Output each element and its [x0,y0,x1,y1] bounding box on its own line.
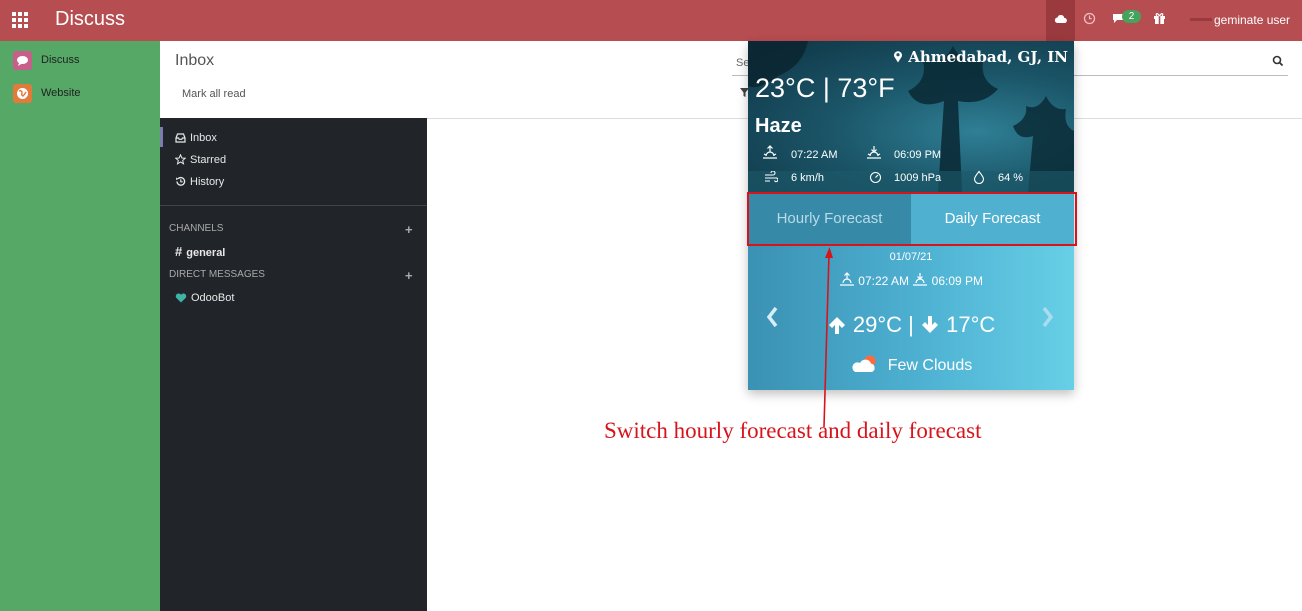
heart-icon [175,293,187,303]
mark-all-read-button[interactable]: Mark all read [182,88,246,100]
current-temperature: 23°C | 73°F [755,73,895,103]
inbox-icon [175,133,186,143]
forecast-description-text: Few Clouds [887,357,973,374]
forecast-sun-times: 07:22 AM 06:09 PM [748,272,1074,288]
channel-label: general [186,247,226,259]
active-indicator [160,127,163,147]
sunset-time: 06:09 PM [894,149,942,161]
discuss-sidebar: Inbox Starred History CHANNELS + # genera… [160,118,427,611]
location-text: Ahmedabad, GJ, IN [908,48,1068,66]
channels-header[interactable]: CHANNELS [169,223,223,234]
apps-sidebar: Discuss Website [0,41,160,611]
forecast-description: Few Clouds [748,354,1074,375]
location-label: Ahmedabad, GJ, IN [893,48,1068,66]
pressure-gauge-icon [869,171,882,184]
clock-icon[interactable] [1083,12,1096,25]
humidity-drop-icon [973,170,985,184]
chevron-left-icon[interactable] [766,306,778,328]
forecast-min-temp: 17°C [946,312,996,337]
add-channel-button[interactable]: + [405,222,413,237]
sidebar-item-history[interactable]: History [175,176,224,188]
current-condition: Haze [755,115,802,137]
gift-icon[interactable] [1153,12,1166,25]
forecast-date: 01/07/21 [889,251,933,263]
channel-item-general[interactable]: # general [175,244,225,259]
weather-header: Ahmedabad, GJ, IN 23°C | 73°F Haze 07:22… [748,41,1074,192]
sunset-icon [867,146,881,159]
direct-messages-header[interactable]: DIRECT MESSAGES [169,269,265,280]
avatar[interactable] [1190,18,1212,21]
app-title: Discuss [55,8,126,30]
annotation-caption: Switch hourly forecast and daily forecas… [604,418,982,443]
cloud-icon [1054,15,1067,23]
sunset-icon [913,273,928,286]
user-menu[interactable]: geminate user [1214,13,1290,27]
sunrise-time: 07:22 AM [791,149,838,161]
sidebar-item-label: Inbox [190,132,217,144]
search-icon[interactable] [1272,55,1284,67]
wind-speed: 6 km/h [791,172,825,184]
weather-button[interactable] [1046,0,1075,41]
forecast-sunrise: 07:22 AM [858,274,909,288]
page-title: Inbox [175,52,215,69]
sunrise-icon [763,145,777,159]
divider [160,205,427,206]
globe-icon [13,84,32,103]
history-icon [176,176,186,186]
wind-icon [765,171,778,183]
message-count-badge: 2 [1122,10,1141,23]
humidity-value: 64 % [998,172,1024,184]
app-label: Discuss [41,54,80,66]
few-clouds-icon [852,355,876,372]
top-navbar: Discuss 2 geminate user [0,0,1302,41]
hash-icon: # [175,244,183,259]
forecast-max-temp: 29°C [852,312,903,337]
app-item-website[interactable]: Website [13,84,153,104]
dm-label: OdooBot [191,292,235,304]
map-marker-icon [893,51,902,63]
forecast-sunset: 06:09 PM [931,274,984,288]
sidebar-item-label: History [190,176,225,188]
add-direct-message-button[interactable]: + [405,268,413,283]
annotation-arrow [823,247,833,428]
sidebar-item-inbox[interactable]: Inbox [175,132,217,144]
star-icon [174,153,187,165]
sidebar-item-starred[interactable]: Starred [174,153,227,166]
pressure-value: 1009 hPa [894,172,942,184]
annotation-highlight-box [747,192,1077,246]
app-item-discuss[interactable]: Discuss [13,51,153,71]
dm-item-odoobot[interactable]: OdooBot [175,292,234,304]
apps-menu-icon[interactable] [12,12,28,28]
sidebar-item-label: Starred [190,154,227,166]
forecast-min-max: 29°C | 17°C [748,312,1074,338]
chat-bubble-icon [13,51,32,70]
app-label: Website [41,87,81,99]
sunrise-icon [839,272,854,286]
arrow-down-icon [921,316,938,333]
chevron-right-icon[interactable] [1042,306,1054,328]
forecast-panel: 01/07/21 07:22 AM 06:09 PM 29°C | 17°C F… [748,246,1074,390]
